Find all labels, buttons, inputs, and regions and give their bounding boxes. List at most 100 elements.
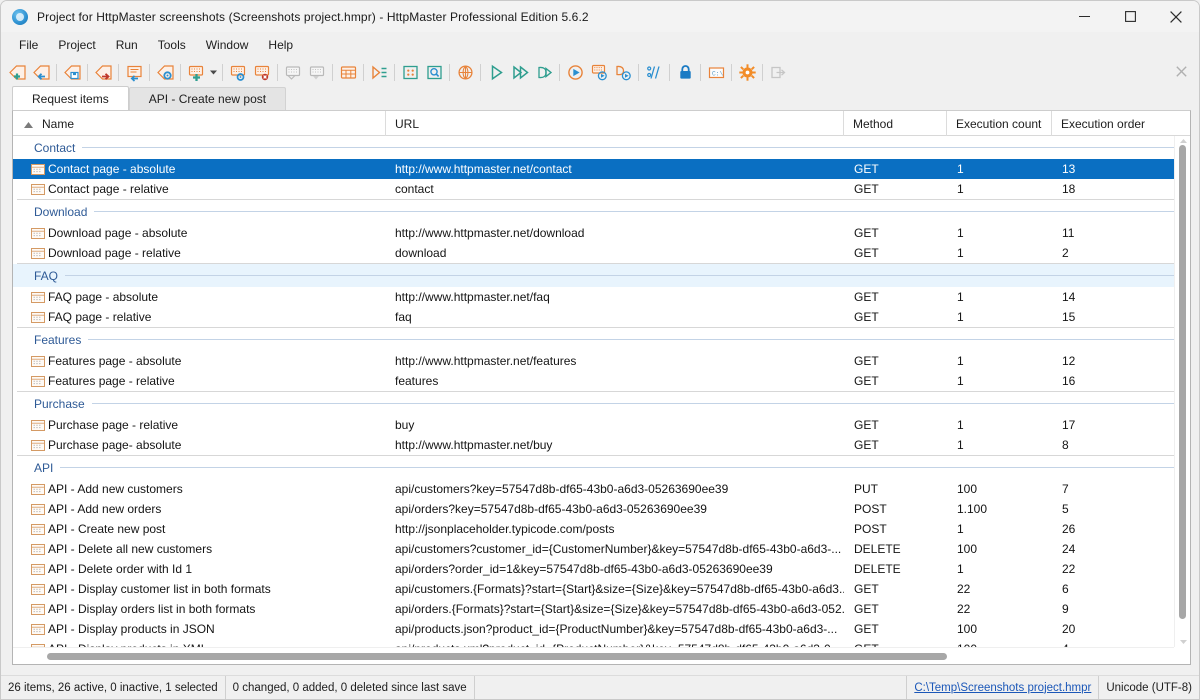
table-row[interactable]: API - Display products in JSONapi/produc… bbox=[13, 619, 1190, 639]
table-row[interactable]: FAQ page - relativefaqGET115 bbox=[13, 307, 1190, 327]
column-header-execution-order[interactable]: Execution order bbox=[1052, 111, 1191, 136]
chevron-down-icon[interactable] bbox=[208, 61, 219, 83]
export-icon[interactable] bbox=[767, 61, 789, 83]
table-row[interactable]: Purchase page - relativebuyGET117 bbox=[13, 415, 1190, 435]
run-grid-icon[interactable] bbox=[588, 61, 610, 83]
vertical-scrollbar-thumb[interactable] bbox=[1179, 145, 1186, 619]
column-header-name[interactable]: Name bbox=[13, 111, 386, 136]
options-gear-icon[interactable] bbox=[736, 61, 758, 83]
menu-tools[interactable]: Tools bbox=[148, 34, 196, 57]
execution-list-icon[interactable] bbox=[368, 61, 390, 83]
toolbar-separator bbox=[363, 64, 364, 81]
column-header-execution-count[interactable]: Execution count bbox=[947, 111, 1052, 136]
group-header-row[interactable]: Features bbox=[13, 328, 1190, 351]
close-tab-icon[interactable] bbox=[1173, 63, 1190, 80]
cell-execution-order: 24 bbox=[1052, 539, 1190, 559]
menu-file[interactable]: File bbox=[9, 34, 48, 57]
cell-url: http://jsonplaceholder.typicode.com/post… bbox=[386, 519, 844, 539]
cell-url: api/customers?customer_id={CustomerNumbe… bbox=[386, 539, 844, 559]
cell-name-label: API - Delete order with Id 1 bbox=[48, 562, 192, 576]
cell-name: API - Delete order with Id 1 bbox=[13, 559, 386, 579]
grid-body: ContactContact page - absolutehttp://www… bbox=[13, 136, 1190, 664]
close-project-icon[interactable] bbox=[92, 61, 114, 83]
minimize-icon[interactable] bbox=[1061, 1, 1107, 32]
table-row[interactable]: Contact page - absolutehttp://www.httpma… bbox=[13, 159, 1190, 179]
request-item-icon bbox=[31, 544, 45, 555]
cell-url: api/orders?key=57547d8b-df65-43b0-a6d3-0… bbox=[386, 499, 844, 519]
status-project-path[interactable]: C:\Temp\Screenshots project.hmpr bbox=[907, 676, 1099, 699]
globe-request-icon[interactable] bbox=[454, 61, 476, 83]
table-row[interactable]: API - Display customer list in both form… bbox=[13, 579, 1190, 599]
move-item-up-icon[interactable] bbox=[282, 61, 304, 83]
authentication-lock-icon[interactable] bbox=[674, 61, 696, 83]
vertical-scrollbar[interactable] bbox=[1174, 136, 1190, 647]
group-header-row[interactable]: Purchase bbox=[13, 392, 1190, 415]
maximize-icon[interactable] bbox=[1107, 1, 1153, 32]
menu-window[interactable]: Window bbox=[196, 34, 259, 57]
search-icon[interactable] bbox=[423, 61, 445, 83]
new-project-icon[interactable] bbox=[6, 61, 28, 83]
open-project-icon[interactable] bbox=[30, 61, 52, 83]
cell-method: GET bbox=[844, 351, 947, 371]
table-row[interactable]: API - Create new posthttp://jsonplacehol… bbox=[13, 519, 1190, 539]
horizontal-scrollbar-thumb[interactable] bbox=[47, 653, 947, 660]
add-request-item-icon[interactable] bbox=[185, 61, 207, 83]
edit-request-item-icon[interactable] bbox=[227, 61, 249, 83]
cell-execution-order: 2 bbox=[1052, 243, 1190, 263]
execute-selected-icon[interactable] bbox=[533, 61, 555, 83]
execute-all-icon[interactable] bbox=[509, 61, 531, 83]
save-project-icon[interactable] bbox=[61, 61, 83, 83]
cell-execution-order: 6 bbox=[1052, 579, 1190, 599]
request-items-grid-icon[interactable] bbox=[337, 61, 359, 83]
request-items-grid: Name URL Method Execution count Executio… bbox=[12, 110, 1191, 665]
project-path-link[interactable]: C:\Temp\Screenshots project.hmpr bbox=[914, 682, 1091, 694]
cell-execution-count: 1 bbox=[947, 435, 1052, 455]
menu-help[interactable]: Help bbox=[258, 34, 303, 57]
table-row[interactable]: Contact page - relativecontactGET118 bbox=[13, 179, 1190, 199]
table-row[interactable]: Download page - absolutehttp://www.httpm… bbox=[13, 223, 1190, 243]
status-spacer bbox=[475, 676, 908, 699]
table-row[interactable]: Purchase page- absolutehttp://www.httpma… bbox=[13, 435, 1190, 455]
table-row[interactable]: API - Delete all new customersapi/custom… bbox=[13, 539, 1190, 559]
url-encode-icon[interactable] bbox=[643, 61, 665, 83]
group-header-row[interactable]: API bbox=[13, 456, 1190, 479]
cell-execution-count: 1 bbox=[947, 559, 1052, 579]
table-row[interactable]: Download page - relativedownloadGET12 bbox=[13, 243, 1190, 263]
move-item-down-icon[interactable] bbox=[306, 61, 328, 83]
run-chain-icon[interactable] bbox=[612, 61, 634, 83]
group-header-row[interactable]: FAQ bbox=[13, 264, 1190, 287]
menu-project[interactable]: Project bbox=[48, 34, 105, 57]
execute-icon[interactable] bbox=[485, 61, 507, 83]
table-row[interactable]: Features page - absolutehttp://www.httpm… bbox=[13, 351, 1190, 371]
toolbar-separator bbox=[87, 64, 88, 81]
delete-request-item-icon[interactable] bbox=[251, 61, 273, 83]
table-row[interactable]: FAQ page - absolutehttp://www.httpmaster… bbox=[13, 287, 1190, 307]
console-icon[interactable]: C:\ bbox=[705, 61, 727, 83]
batch-icon[interactable] bbox=[399, 61, 421, 83]
column-header-method[interactable]: Method bbox=[844, 111, 947, 136]
group-header-row[interactable]: Download bbox=[13, 200, 1190, 223]
cell-name-label: Download page - absolute bbox=[48, 226, 187, 240]
tab-api-create-new-post[interactable]: API - Create new post bbox=[129, 87, 286, 110]
table-row[interactable]: Features page - relativefeaturesGET116 bbox=[13, 371, 1190, 391]
group-header-row[interactable]: Contact bbox=[13, 136, 1190, 159]
table-row[interactable]: API - Delete order with Id 1api/orders?o… bbox=[13, 559, 1190, 579]
project-settings-icon[interactable] bbox=[154, 61, 176, 83]
column-header-url[interactable]: URL bbox=[386, 111, 844, 136]
cell-method: GET bbox=[844, 307, 947, 327]
cell-url: api/products.json?product_id={ProductNum… bbox=[386, 619, 844, 639]
horizontal-scrollbar[interactable] bbox=[13, 647, 1174, 664]
project-properties-icon[interactable] bbox=[123, 61, 145, 83]
table-row[interactable]: API - Add new ordersapi/orders?key=57547… bbox=[13, 499, 1190, 519]
group-label: Features bbox=[34, 333, 88, 347]
table-row[interactable]: API - Display orders list in both format… bbox=[13, 599, 1190, 619]
cell-execution-order: 26 bbox=[1052, 519, 1190, 539]
run-session-icon[interactable] bbox=[564, 61, 586, 83]
close-icon[interactable] bbox=[1153, 1, 1199, 32]
group-rule bbox=[60, 467, 1186, 468]
scroll-down-icon[interactable] bbox=[1175, 637, 1191, 647]
request-item-icon bbox=[31, 484, 45, 495]
tab-request-items[interactable]: Request items bbox=[12, 86, 129, 110]
table-row[interactable]: API - Add new customersapi/customers?key… bbox=[13, 479, 1190, 499]
menu-run[interactable]: Run bbox=[106, 34, 148, 57]
